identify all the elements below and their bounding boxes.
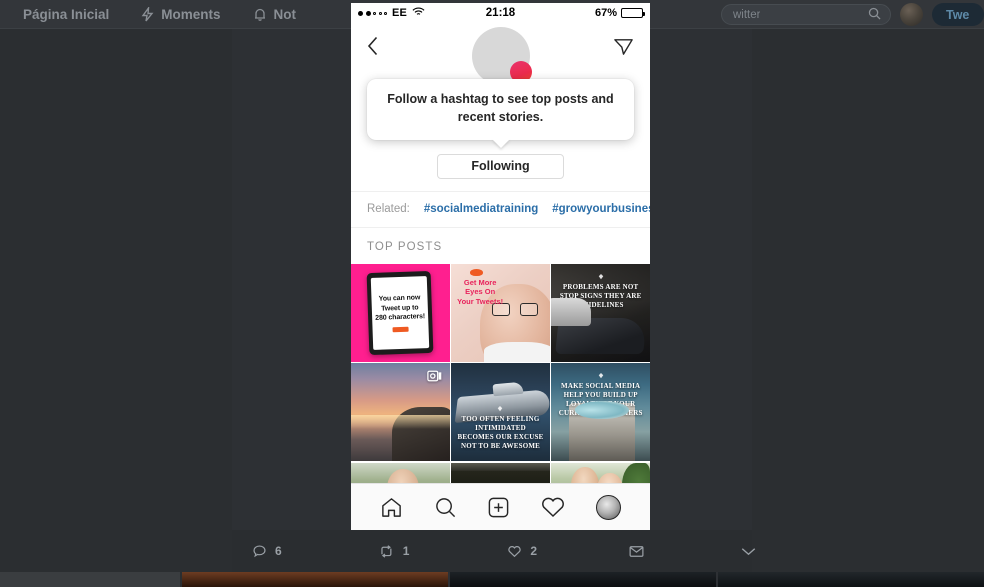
- nav-profile-avatar-icon[interactable]: [595, 494, 621, 520]
- related-tag-2[interactable]: #growyourbusiness: [552, 203, 650, 215]
- back-button[interactable]: [367, 36, 379, 56]
- lightning-icon: [141, 6, 154, 22]
- like-count: 2: [530, 544, 538, 558]
- instagram-bottom-nav: [351, 483, 650, 530]
- signal-strength-icon: [358, 10, 387, 16]
- reply-count: 6: [275, 544, 282, 558]
- crest-icon: [598, 273, 603, 279]
- related-label: Related:: [367, 202, 410, 215]
- following-button[interactable]: Following: [437, 153, 564, 179]
- nav-item-moments-label: Moments: [161, 6, 221, 22]
- strip-spacer: [0, 572, 180, 587]
- phone-screenshot: EE 21:18 67% Follow a hashtag to see top…: [351, 3, 650, 530]
- crest-icon: [598, 373, 603, 379]
- heart-icon: [507, 544, 522, 558]
- wifi-icon: [412, 7, 425, 20]
- hashtag-tooltip: Follow a hashtag to see top posts and re…: [367, 79, 634, 140]
- related-hashtags-row: Related: #socialmediatraining #growyourb…: [351, 192, 650, 227]
- post-caption-6: MAKE SOCIAL MEDIA HELP YOU BUILD UP LOYA…: [551, 369, 650, 422]
- nav-activity-icon[interactable]: [541, 496, 565, 518]
- battery-icon: [621, 8, 645, 18]
- twitter-right-column: [752, 29, 984, 587]
- post-caption-5: TOO OFTEN FEELING INTIMIDATED BECOMES OU…: [451, 402, 550, 455]
- bell-icon: [253, 7, 267, 22]
- post-thumbnail-3[interactable]: PROBLEMS ARE NOT STOP SIGNS THEY ARE GUI…: [551, 263, 650, 362]
- retweet-icon: [378, 544, 395, 559]
- shirt-shape: [483, 341, 550, 362]
- twitter-nav-list: Página Inicial Moments Not: [0, 0, 312, 29]
- direct-message-button[interactable]: [629, 545, 644, 558]
- tweet-button[interactable]: Twe: [932, 3, 984, 26]
- post-thumbnail-5[interactable]: TOO OFTEN FEELING INTIMIDATED BECOMES OU…: [451, 363, 550, 461]
- hashtag-avatar[interactable]: [471, 27, 532, 85]
- twitter-left-column: [0, 29, 232, 587]
- follow-button-row: Following: [351, 153, 650, 191]
- battery-indicator: 67%: [594, 7, 645, 19]
- search-input[interactable]: witter: [721, 4, 891, 25]
- nav-item-moments[interactable]: Moments: [125, 0, 236, 29]
- ios-status-bar: EE 21:18 67%: [351, 3, 650, 23]
- background-thumbnail-strips: [0, 572, 984, 587]
- screenshot-root: Página Inicial Moments Not witter Twe 6 …: [0, 0, 984, 587]
- brand-logo: [392, 325, 409, 332]
- carousel-video-icon: [426, 369, 443, 387]
- reply-button[interactable]: 6: [252, 544, 282, 559]
- search-input-text: witter: [733, 8, 761, 21]
- nav-add-icon[interactable]: [487, 496, 510, 519]
- post-thumbnail-2[interactable]: Get More Eyes On Your Tweets!: [451, 263, 550, 362]
- nav-item-home[interactable]: Página Inicial: [0, 0, 125, 29]
- like-button[interactable]: 2: [507, 544, 537, 558]
- nav-search-icon[interactable]: [434, 496, 457, 519]
- carrier-label: EE: [392, 7, 408, 19]
- strip-thumb-2: [450, 572, 716, 587]
- more-button[interactable]: [740, 546, 757, 557]
- brand-logo: [470, 268, 484, 276]
- avatar[interactable]: [900, 3, 923, 26]
- nav-item-notifications[interactable]: Not: [237, 0, 313, 29]
- chevron-down-icon: [740, 546, 757, 557]
- nav-home-icon[interactable]: [380, 496, 403, 519]
- envelope-icon: [629, 545, 644, 558]
- tablet-screen: You can now Tweet up to 280 characters!: [371, 275, 430, 350]
- top-posts-grid: You can now Tweet up to 280 characters! …: [351, 263, 650, 507]
- tooltip-container: Follow a hashtag to see top posts and re…: [351, 79, 650, 140]
- post-thumbnail-4[interactable]: [351, 363, 450, 461]
- post-caption-1: You can now Tweet up to 280 characters!: [375, 294, 426, 322]
- reply-icon: [252, 544, 267, 559]
- strip-thumb-3: [718, 572, 984, 587]
- twitter-topbar-right: witter Twe: [721, 0, 984, 29]
- retweet-count: 1: [402, 544, 410, 558]
- nav-item-notifications-label: Not: [273, 6, 297, 22]
- post-caption-2: Get More Eyes On Your Tweets!: [457, 277, 504, 307]
- post-thumbnail-6[interactable]: MAKE SOCIAL MEDIA HELP YOU BUILD UP LOYA…: [551, 363, 650, 461]
- top-posts-heading: TOP POSTS: [367, 240, 443, 253]
- instagram-header: [351, 23, 650, 85]
- post-caption-3: PROBLEMS ARE NOT STOP SIGNS THEY ARE GUI…: [551, 270, 650, 314]
- tablet-graphic: You can now Tweet up to 280 characters!: [366, 270, 434, 355]
- tweet-action-bar: 6 1 2: [232, 530, 756, 572]
- retweet-button[interactable]: 1: [378, 544, 410, 559]
- share-button[interactable]: [613, 36, 634, 57]
- strip-thumb-1: [182, 572, 448, 587]
- battery-percent-label: 67%: [594, 7, 617, 19]
- nav-item-home-label: Página Inicial: [23, 6, 110, 22]
- post-thumbnail-1[interactable]: You can now Tweet up to 280 characters!: [351, 263, 450, 362]
- crest-icon: [498, 405, 503, 411]
- search-icon: [868, 7, 881, 23]
- related-tag-1[interactable]: #socialmediatraining: [424, 203, 538, 215]
